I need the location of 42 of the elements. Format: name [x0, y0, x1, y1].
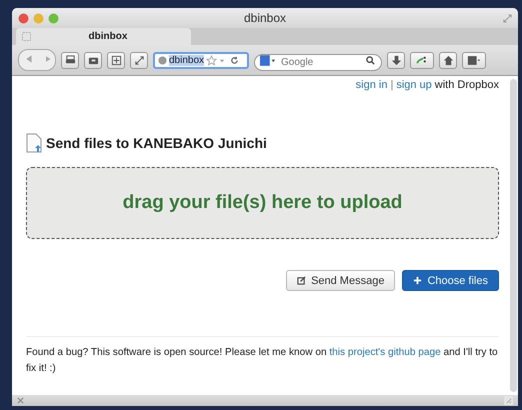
home-icon [442, 54, 454, 66]
edit-icon [297, 276, 306, 285]
reload-icon[interactable] [230, 56, 240, 64]
tab-label: dbinbox [88, 31, 128, 42]
bookmarks-button[interactable] [462, 52, 486, 68]
send-message-button[interactable]: Send Message [286, 270, 396, 291]
printer-icon [64, 54, 76, 66]
window-title: dbinbox [242, 11, 288, 25]
download-button[interactable] [387, 52, 405, 68]
close-icon[interactable] [17, 397, 24, 404]
plus-icon [413, 276, 422, 285]
dropzone-text: drag your file(s) here to upload [122, 192, 402, 214]
address-text: dbinbox [169, 54, 204, 66]
sign-up-link[interactable]: sign up [396, 79, 432, 91]
bookmark-icon [467, 54, 481, 66]
expand-button[interactable] [130, 52, 148, 68]
auth-suffix: with Dropbox [434, 79, 499, 91]
page-heading: Send files to KANEBAKO Junichi [46, 135, 267, 151]
plus-square-icon [110, 54, 122, 66]
archive-button[interactable] [84, 52, 102, 68]
address-field[interactable]: dbinbox [153, 52, 249, 68]
search-icon[interactable] [366, 56, 375, 64]
search-field[interactable]: Google [254, 54, 382, 70]
search-engine-icon[interactable] [260, 54, 276, 66]
close-icon[interactable] [18, 12, 29, 24]
sign-in-link[interactable]: sign in [356, 79, 388, 91]
choose-files-button[interactable]: Choose files [402, 270, 499, 291]
file-upload-icon [26, 133, 42, 153]
github-link[interactable]: this project's github page [329, 347, 441, 358]
expand-icon [134, 54, 144, 66]
globe-icon [158, 56, 167, 64]
print-button[interactable] [61, 52, 79, 68]
dropzone[interactable]: drag your file(s) here to upload [26, 167, 499, 239]
extension-button[interactable] [410, 52, 434, 68]
tab[interactable]: dbinbox [16, 28, 191, 45]
scrollbar[interactable] [510, 79, 517, 392]
download-icon [390, 54, 402, 66]
new-tab-button[interactable] [107, 52, 125, 68]
page-icon [22, 32, 31, 41]
home-button[interactable] [439, 52, 457, 68]
footer-text: Found a bug? This software is open source! Please let me know on this project's github page and I'll try to fix it! :) [26, 346, 499, 376]
separator: | [390, 79, 394, 91]
